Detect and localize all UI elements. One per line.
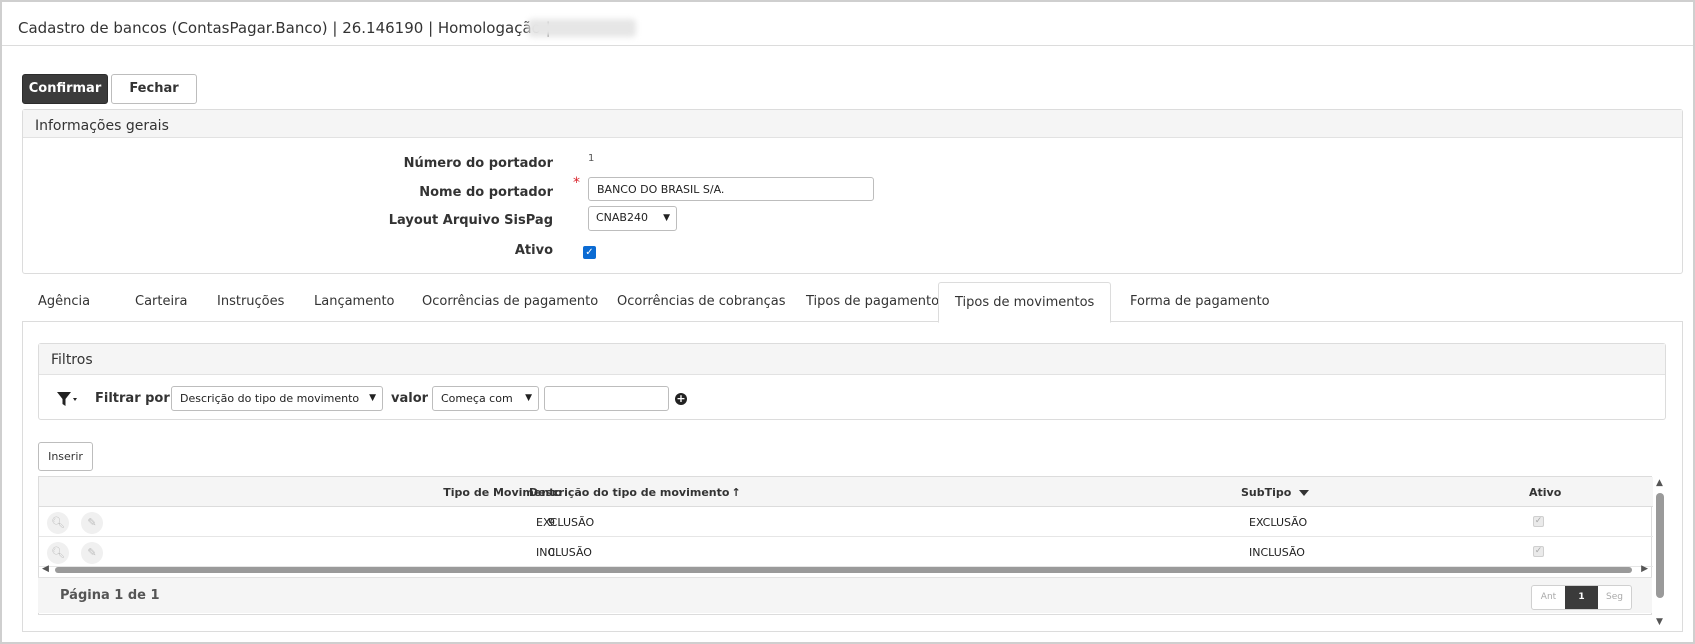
tab-carteira[interactable]: Carteira bbox=[119, 282, 203, 322]
column-header-subtipo[interactable]: SubTipo bbox=[1241, 486, 1310, 499]
numero-portador-label: Número do portador bbox=[403, 156, 553, 171]
chevron-down-icon: ▼ bbox=[369, 393, 376, 403]
tab-lancamento[interactable]: Lançamento bbox=[298, 282, 411, 322]
nome-portador-input[interactable] bbox=[588, 177, 874, 201]
close-button[interactable]: Fechar bbox=[111, 74, 197, 104]
vertical-scrollbar[interactable]: ▲ ▼ bbox=[1654, 476, 1666, 627]
page-title: Cadastro de bancos (ContasPagar.Banco) |… bbox=[18, 19, 551, 37]
scroll-right-icon[interactable]: ▶ bbox=[1641, 564, 1648, 574]
cell-tipo: 9 bbox=[548, 516, 555, 529]
column-header-ativo[interactable]: Ativo bbox=[1529, 486, 1561, 499]
caret-down-icon bbox=[1299, 490, 1310, 496]
tab-agencia[interactable]: Agência bbox=[22, 282, 106, 322]
horizontal-scrollbar[interactable]: ◀ ▶ bbox=[38, 563, 1652, 575]
layout-sispag-value: CNAB240 bbox=[596, 211, 648, 224]
scroll-left-icon[interactable]: ◀ bbox=[42, 564, 49, 574]
cell-ativo-checkbox: ✓ bbox=[1533, 546, 1544, 557]
cell-subtipo: EXCLUSÃO bbox=[1249, 516, 1308, 529]
confirm-button[interactable]: Confirmar bbox=[22, 74, 108, 104]
numero-portador-value: 1 bbox=[588, 153, 595, 164]
filter-field-select[interactable]: Descrição do tipo de movimento ▼ bbox=[171, 386, 383, 411]
general-info-header: Informações gerais bbox=[23, 110, 1682, 138]
page-info: Página 1 de 1 bbox=[60, 588, 160, 603]
prev-page-button[interactable]: Ant bbox=[1532, 586, 1565, 609]
tab-bar: Agência Carteira Instruções Lançamento O… bbox=[22, 282, 1683, 323]
layout-sispag-select[interactable]: CNAB240 ▼ bbox=[588, 206, 677, 231]
ativo-checkbox[interactable]: ✓ bbox=[583, 246, 596, 259]
filter-condition-value: Começa com bbox=[441, 392, 513, 405]
title-bar: Cadastro de bancos (ContasPagar.Banco) |… bbox=[2, 2, 1693, 46]
filter-funnel-icon[interactable] bbox=[55, 389, 79, 409]
current-page-button[interactable]: 1 bbox=[1565, 586, 1598, 609]
ativo-label: Ativo bbox=[514, 243, 553, 258]
tab-ocorrencias-pagamento[interactable]: Ocorrências de pagamento bbox=[406, 282, 614, 322]
column-header-subtipo-label: SubTipo bbox=[1241, 486, 1292, 499]
vertical-scroll-thumb[interactable] bbox=[1656, 493, 1664, 598]
chevron-down-icon: ▼ bbox=[663, 213, 670, 223]
filter-by-label: Filtrar por bbox=[95, 391, 170, 406]
search-icon[interactable]: 🔍︎ bbox=[47, 542, 69, 564]
filters-header: Filtros bbox=[39, 344, 1665, 375]
tab-tipos-movimentos[interactable]: Tipos de movimentos bbox=[938, 282, 1112, 323]
scroll-up-icon[interactable]: ▲ bbox=[1656, 478, 1663, 488]
tab-instrucoes[interactable]: Instruções bbox=[201, 282, 300, 322]
chevron-down-icon: ▼ bbox=[525, 393, 532, 403]
cell-tipo: 0 bbox=[548, 546, 555, 559]
column-header-descricao[interactable]: Descrição do tipo de movimento ↑ bbox=[529, 486, 741, 499]
cell-descricao: INCLUSÃO bbox=[536, 546, 592, 559]
search-icon[interactable]: 🔍︎ bbox=[47, 512, 69, 534]
cell-descricao: EXCLUSÃO bbox=[536, 516, 595, 529]
tab-ocorrencias-cobrancas[interactable]: Ocorrências de cobranças bbox=[601, 282, 802, 322]
filter-field-value: Descrição do tipo de movimento bbox=[180, 392, 360, 405]
insert-button[interactable]: Inserir bbox=[38, 442, 93, 471]
edit-icon[interactable]: ✎ bbox=[81, 542, 103, 564]
column-header-descricao-label: Descrição do tipo de movimento bbox=[529, 486, 730, 499]
tab-forma-pagamento[interactable]: Forma de pagamento bbox=[1114, 282, 1286, 322]
table-row[interactable]: 🔍︎ ✎ 9 EXCLUSÃO EXCLUSÃO ✓ bbox=[39, 507, 1653, 537]
add-filter-icon[interactable]: + bbox=[675, 393, 687, 405]
redacted-text bbox=[528, 19, 636, 37]
horizontal-scroll-thumb[interactable] bbox=[55, 567, 1632, 573]
grid-header: Tipo de Movimento Descrição do tipo de m… bbox=[39, 477, 1653, 507]
tab-tipos-pagamentos[interactable]: Tipos de pagamentos bbox=[790, 282, 962, 322]
grid-footer: Página 1 de 1 Ant 1 Seg bbox=[38, 577, 1652, 613]
cell-subtipo: INCLUSÃO bbox=[1249, 546, 1305, 559]
filter-valor-label: valor bbox=[391, 391, 429, 406]
pagination: Ant 1 Seg bbox=[1531, 585, 1632, 610]
required-asterisk: * bbox=[573, 175, 580, 191]
filter-condition-select[interactable]: Começa com ▼ bbox=[432, 386, 539, 411]
cell-ativo-checkbox: ✓ bbox=[1533, 516, 1544, 527]
layout-sispag-label: Layout Arquivo SisPag bbox=[388, 213, 553, 228]
edit-icon[interactable]: ✎ bbox=[81, 512, 103, 534]
filter-value-input[interactable] bbox=[544, 386, 669, 411]
sort-up-icon: ↑ bbox=[731, 486, 741, 499]
next-page-button[interactable]: Seg bbox=[1598, 586, 1631, 609]
scroll-down-icon[interactable]: ▼ bbox=[1656, 617, 1663, 627]
nome-portador-label: Nome do portador bbox=[419, 185, 553, 200]
